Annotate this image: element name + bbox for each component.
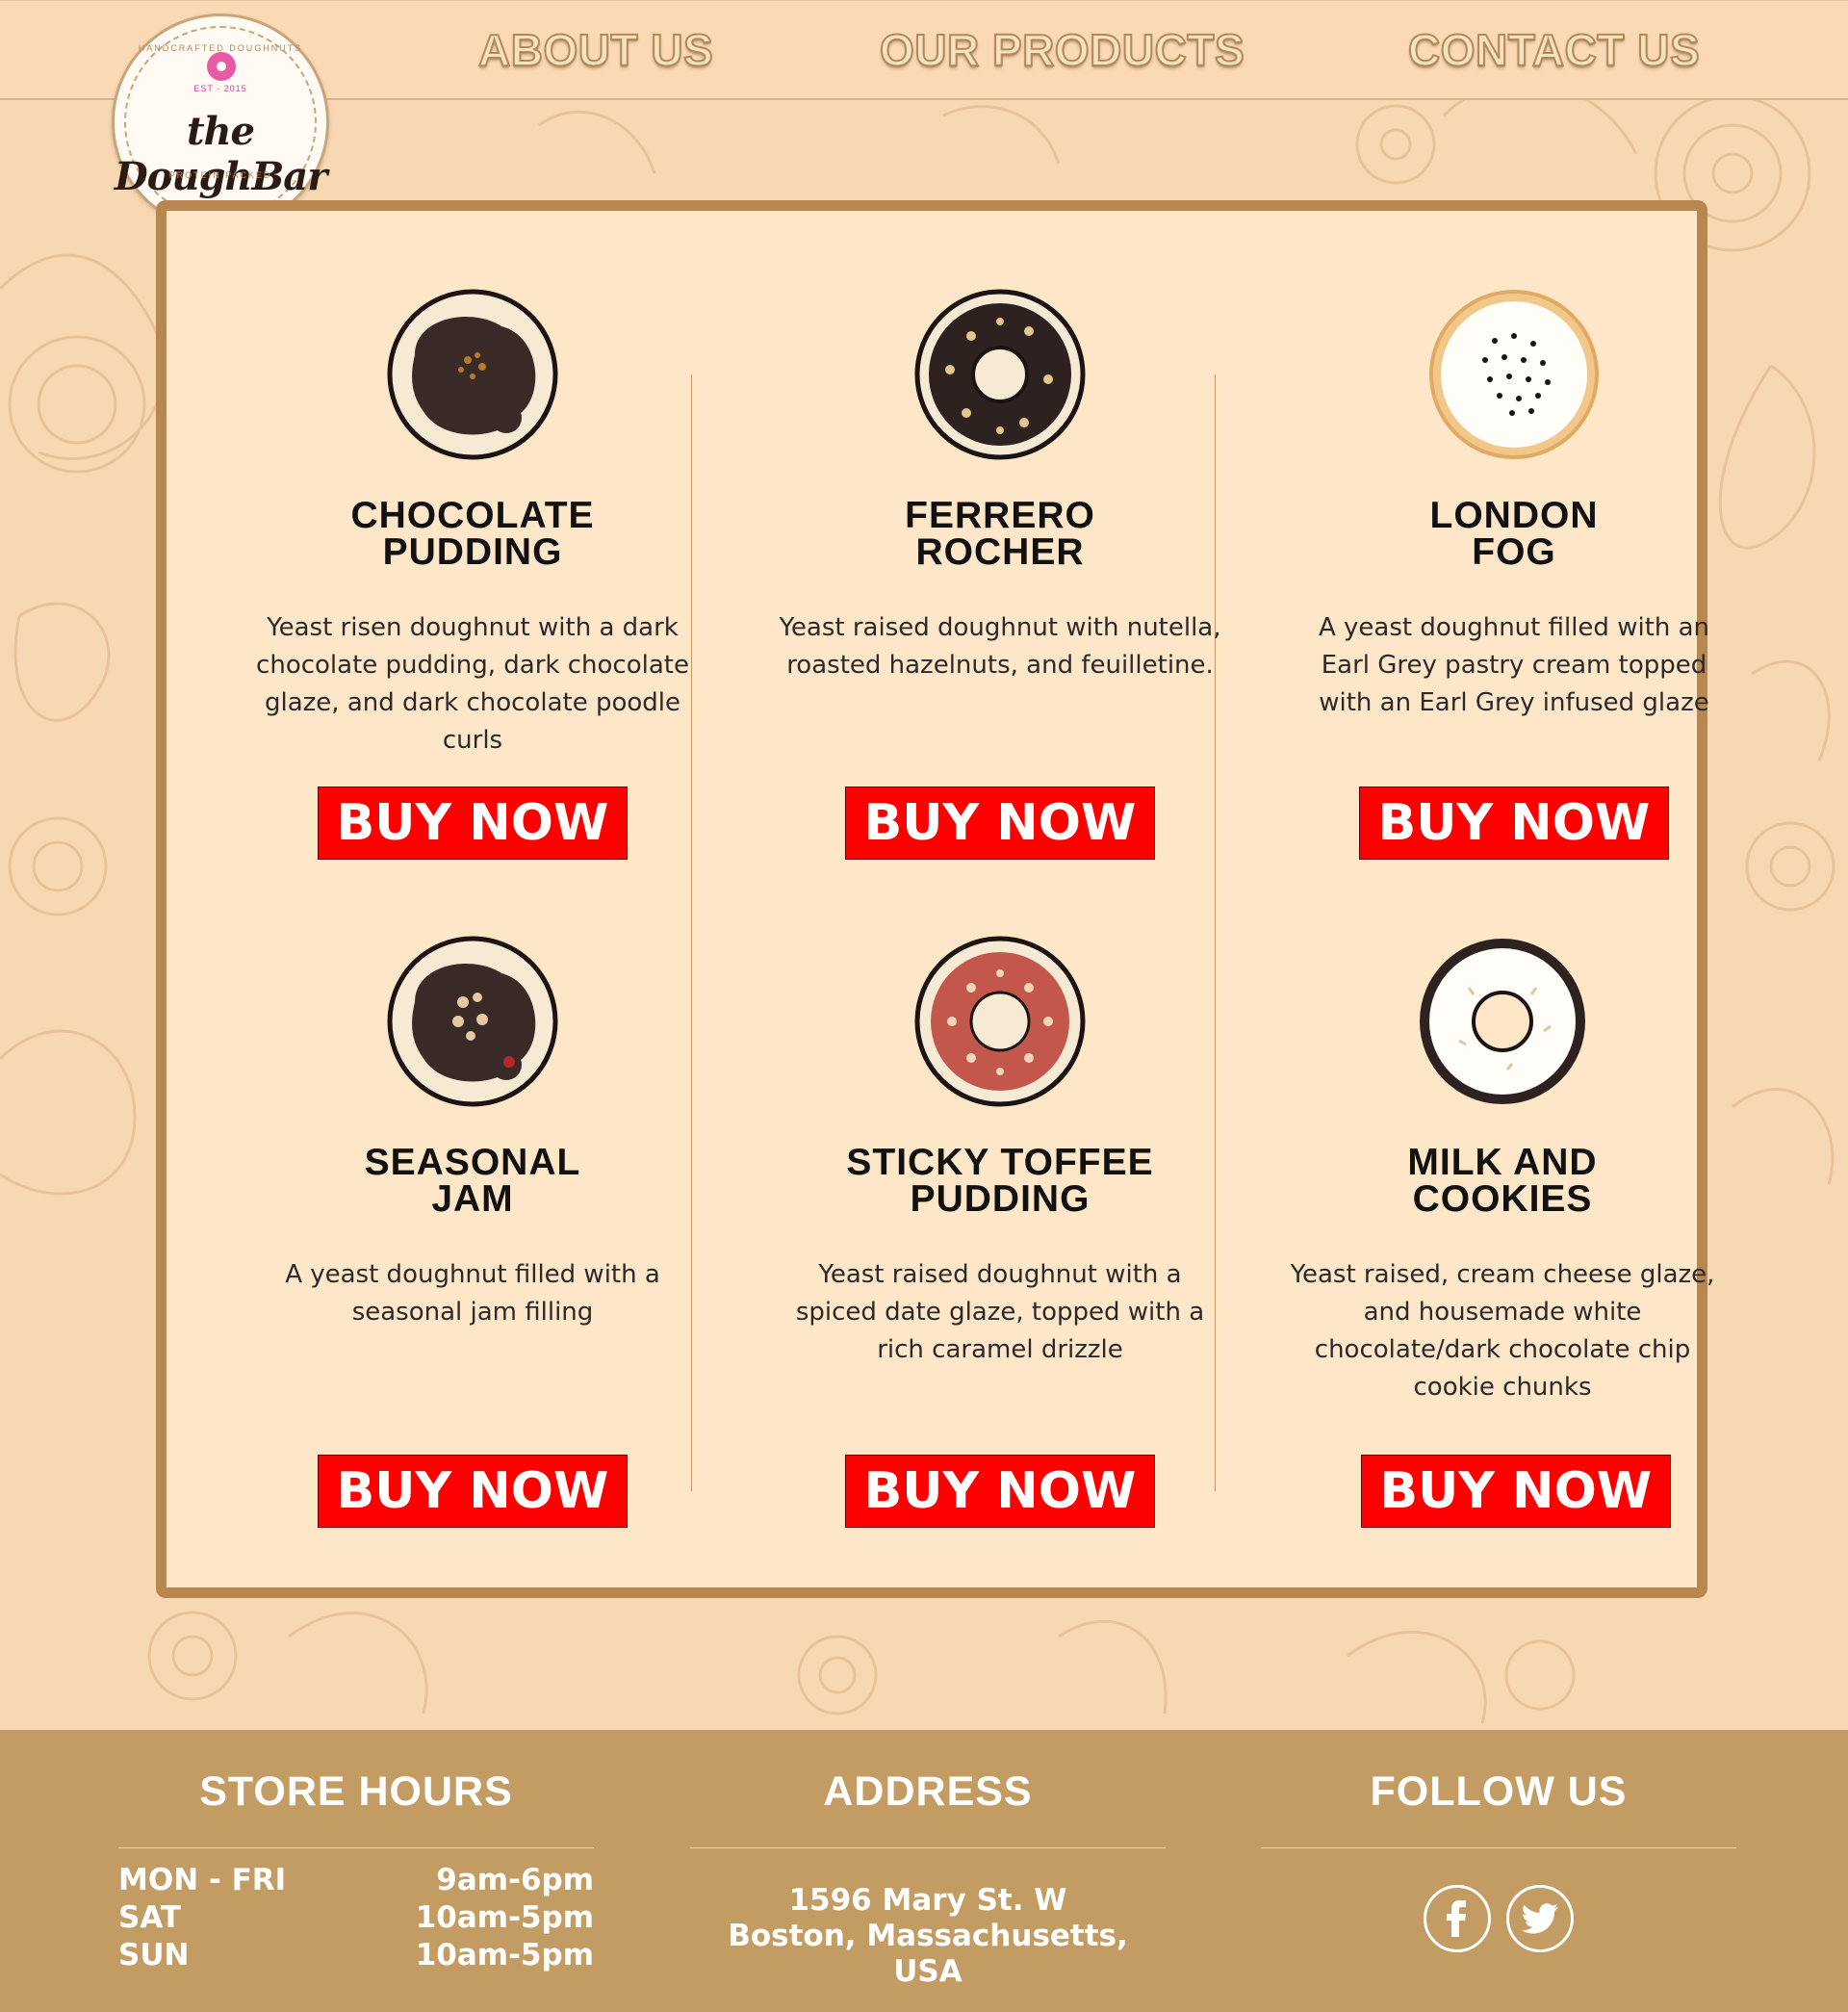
hours-time: 10am-5pm <box>415 1900 594 1935</box>
footer-divider <box>1261 1847 1736 1848</box>
product-description: Yeast raised doughnut with nutella, roas… <box>779 613 1221 680</box>
buy-now-button[interactable]: BUY NOW <box>845 1455 1155 1528</box>
product-description: A yeast doughnut filled with an Earl Gre… <box>1318 613 1710 717</box>
facebook-link[interactable] <box>1424 1885 1491 1952</box>
address-city: Boston, Massachusetts, USA <box>728 1919 1128 1989</box>
product-seasonal-jam: SEASONAL JAM A yeast doughnut filled wit… <box>251 935 694 1532</box>
doughbar-logo[interactable]: HANDCRAFTED DOUGHNUTS EST · 2015 the Dou… <box>112 13 329 231</box>
twitter-icon <box>1522 1903 1558 1934</box>
hours-time: 9am-6pm <box>436 1863 594 1897</box>
address-heading: ADDRESS <box>823 1768 1033 1815</box>
logo-wordmark: the DoughBar <box>115 109 327 199</box>
hours-time: 10am-5pm <box>415 1938 594 1973</box>
product-london-fog: LONDON FOG A yeast doughnut filled with … <box>1293 288 1735 885</box>
footer-divider <box>118 1847 594 1848</box>
buy-now-button[interactable]: BUY NOW <box>318 1455 628 1528</box>
nav-our-products-link[interactable]: OUR PRODUCTS <box>879 24 1245 78</box>
social-links <box>1261 1885 1736 1952</box>
address-text: 1596 Mary St. W Boston, Massachusetts, U… <box>690 1883 1166 1990</box>
follow-us-heading: FOLLOW US <box>1370 1768 1628 1815</box>
address-street: 1596 Mary St. W <box>788 1883 1067 1918</box>
hours-row: MON - FRI 9am-6pm <box>118 1862 594 1899</box>
product-name: SEASONAL JAM <box>364 1142 581 1220</box>
hours-days: SAT <box>118 1900 182 1935</box>
follow-us-section: FOLLOW US <box>1261 1768 1736 1952</box>
twitter-link[interactable] <box>1506 1885 1574 1952</box>
product-name: MILK AND COOKIES <box>1407 1142 1598 1220</box>
product-chocolate-pudding: CHOCOLATE PUDDING Yeast risen doughnut w… <box>251 288 694 885</box>
hours-row: SUN 10am-5pm <box>118 1937 594 1974</box>
buy-now-button[interactable]: BUY NOW <box>318 787 628 860</box>
product-name: FERRERO ROCHER <box>905 495 1095 573</box>
product-description: Yeast raised, cream cheese glaze, and ho… <box>1290 1260 1715 1402</box>
address-section: ADDRESS 1596 Mary St. W Boston, Massachu… <box>690 1768 1166 1990</box>
store-hours-section: STORE HOURS MON - FRI 9am-6pm SAT 10am-5… <box>118 1768 594 1974</box>
buy-now-button[interactable]: BUY NOW <box>1359 787 1669 860</box>
white-glaze-donut-icon <box>1429 290 1599 459</box>
hours-list: MON - FRI 9am-6pm SAT 10am-5pm SUN 10am-… <box>118 1862 594 1974</box>
buy-now-button[interactable]: BUY NOW <box>1360 1455 1671 1528</box>
product-name: CHOCOLATE PUDDING <box>350 495 595 573</box>
product-description: A yeast doughnut filled with a seasonal … <box>285 1260 660 1327</box>
cookie-donut-icon <box>1420 939 1585 1104</box>
chocolate-donut-icon <box>387 289 558 460</box>
jam-donut-icon <box>387 936 558 1107</box>
pink-donut-icon <box>207 52 236 81</box>
product-milk-and-cookies: MILK AND COOKIES Yeast raised, cream che… <box>1281 935 1724 1532</box>
hours-days: SUN <box>118 1938 190 1973</box>
hazelnut-donut-icon <box>914 289 1086 460</box>
logo-subtitle: PROTEIN PACKED <box>168 170 272 180</box>
hours-row: SAT 10am-5pm <box>118 1899 594 1937</box>
buy-now-button[interactable]: BUY NOW <box>845 787 1155 860</box>
product-name: STICKY TOFFEE PUDDING <box>846 1142 1154 1220</box>
facebook-icon <box>1447 1900 1466 1937</box>
products-panel: CHOCOLATE PUDDING Yeast risen doughnut w… <box>156 200 1714 1598</box>
product-description: Yeast risen doughnut with a dark chocola… <box>256 613 689 755</box>
footer-divider <box>690 1847 1166 1848</box>
logo-established: EST · 2015 <box>193 84 247 93</box>
store-hours-heading: STORE HOURS <box>199 1768 513 1815</box>
product-description: Yeast raised doughnut with a spiced date… <box>795 1260 1205 1364</box>
nav-contact-us-link[interactable]: CONTACT US <box>1407 24 1701 78</box>
product-name: LONDON FOG <box>1429 495 1599 573</box>
hours-days: MON - FRI <box>118 1863 287 1897</box>
product-ferrero-rocher: FERRERO ROCHER Yeast raised doughnut wit… <box>779 288 1221 885</box>
nav-about-us-link[interactable]: ABOUT US <box>477 24 714 78</box>
product-sticky-toffee-pudding: STICKY TOFFEE PUDDING Yeast raised dough… <box>779 935 1221 1532</box>
toffee-donut-icon <box>914 936 1086 1107</box>
site-footer: STORE HOURS MON - FRI 9am-6pm SAT 10am-5… <box>0 1730 1848 2012</box>
